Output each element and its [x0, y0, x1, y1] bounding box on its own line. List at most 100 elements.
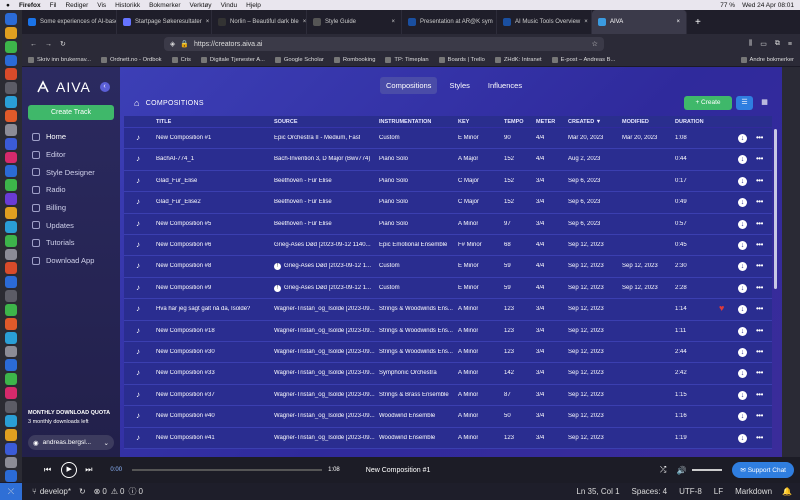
dock-app-icon[interactable] — [5, 248, 17, 261]
cell-title[interactable]: New Composition #40 — [156, 413, 215, 419]
more-options-icon[interactable]: ••• — [756, 347, 763, 356]
dock-app-icon[interactable] — [5, 165, 17, 178]
shuffle-icon[interactable]: ⤮ — [660, 465, 666, 475]
more-options-icon[interactable]: ••• — [756, 197, 763, 206]
table-row[interactable]: ♪ Glad_Fur_Elise2 Beethoven - Für Elise Pia… — [124, 192, 772, 214]
more-options-icon[interactable]: ••• — [756, 390, 763, 399]
dock-app-icon[interactable] — [5, 442, 17, 455]
previous-icon[interactable]: ⏮ — [44, 465, 51, 475]
create-composition-button[interactable]: + Create — [684, 96, 732, 110]
close-tab-icon[interactable]: × — [584, 19, 588, 25]
menubar-item[interactable]: Vis — [97, 2, 106, 9]
column-header[interactable]: TITLE — [156, 119, 171, 125]
dock-app-icon[interactable] — [5, 193, 17, 206]
next-icon[interactable]: ⏭ — [85, 465, 92, 475]
cell-title[interactable]: New Composition #18 — [156, 328, 215, 334]
bookmark-item[interactable]: Digitale Tjenester A... — [200, 57, 265, 63]
sidebar-item-radio[interactable]: Radio — [28, 181, 114, 199]
dock-app-icon[interactable] — [5, 373, 17, 386]
more-options-icon[interactable]: ••• — [756, 368, 763, 377]
reload-icon[interactable]: ↻ — [60, 40, 66, 48]
info-count[interactable]: 0 — [138, 487, 142, 496]
grid-view-icon[interactable]: ▦ — [756, 96, 773, 110]
dock-app-icon[interactable] — [5, 290, 17, 303]
back-icon[interactable]: ← — [30, 41, 37, 48]
more-options-icon[interactable]: ••• — [756, 326, 763, 335]
download-icon[interactable]: ↓ — [738, 283, 747, 293]
bookmark-item[interactable]: Rombooking — [333, 57, 375, 63]
dock-app-icon[interactable] — [5, 317, 17, 330]
download-icon[interactable]: ↓ — [738, 433, 747, 443]
music-note-icon[interactable]: ♪ — [136, 154, 140, 163]
column-header[interactable]: METER — [536, 119, 555, 125]
menubar-item[interactable]: Historikk — [115, 2, 140, 9]
error-count[interactable]: 0 — [102, 487, 106, 496]
music-note-icon[interactable]: ♪ — [136, 326, 140, 335]
tab-compositions[interactable]: Compositions — [380, 77, 438, 94]
cell-title[interactable]: New Composition #9 — [156, 285, 211, 291]
bookmark-item[interactable]: Cris — [171, 57, 191, 63]
dock-app-icon[interactable] — [5, 359, 17, 372]
menubar-item[interactable]: Bokmerker — [149, 2, 180, 9]
music-note-icon[interactable]: ♪ — [136, 261, 140, 270]
line-ending[interactable]: LF — [714, 487, 723, 496]
support-chat-button[interactable]: ✉ Support Chat — [732, 462, 794, 478]
download-icon[interactable]: ↓ — [738, 155, 747, 165]
url-bar[interactable]: ◈ 🔒 https://creators.aiva.ai ☆ — [163, 37, 604, 51]
bookmark-star-icon[interactable]: ☆ — [592, 40, 598, 48]
dock-app-icon[interactable] — [5, 68, 17, 81]
sidebar-toggle-icon[interactable]: ▭ — [760, 40, 767, 48]
menubar-status-item[interactable]: Wed 24 Apr 08:01 — [742, 2, 794, 9]
music-note-icon[interactable]: ♪ — [136, 304, 140, 313]
dock-app-icon[interactable] — [5, 387, 17, 400]
table-row[interactable]: ♪ New Composition #41 Wagner-Tristan_og_Is… — [124, 427, 772, 449]
notifications-icon[interactable]: 🔔 — [782, 487, 792, 496]
home-icon[interactable]: ⌂ — [134, 98, 140, 108]
menubar-item[interactable]: Rediger — [65, 2, 88, 9]
bookmark-item[interactable]: Boards | Trello — [438, 57, 485, 63]
dock-app-icon[interactable] — [5, 470, 17, 483]
download-icon[interactable]: ↓ — [738, 176, 747, 186]
dock-app-icon[interactable] — [5, 276, 17, 289]
language-mode[interactable]: Markdown — [735, 487, 772, 496]
dock-app-icon[interactable] — [5, 207, 17, 219]
table-row[interactable]: ♪ BachAI-774_1 Bach-Invention 3, D Major (… — [124, 149, 772, 171]
column-header[interactable]: KEY — [458, 119, 469, 125]
encoding[interactable]: UTF-8 — [679, 487, 702, 496]
more-options-icon[interactable]: ••• — [756, 176, 763, 185]
cell-title[interactable]: New Composition #33 — [156, 370, 215, 376]
apple-icon[interactable]: ● — [6, 2, 10, 9]
branch-name[interactable]: develop* — [40, 487, 71, 496]
table-row[interactable]: ♪ New Composition #5 Beethoven - Für Elise… — [124, 213, 772, 235]
cell-title[interactable]: New Composition #8 — [156, 263, 211, 269]
column-header[interactable]: CREATED ▼ — [568, 119, 601, 125]
more-options-icon[interactable]: ••• — [756, 411, 763, 420]
more-options-icon[interactable]: ••• — [756, 304, 763, 313]
sidebar-item-style-designer[interactable]: Style Designer — [28, 163, 114, 181]
more-options-icon[interactable]: ••• — [756, 240, 763, 249]
browser-tab[interactable]: Some experiences of AI-base× — [22, 10, 117, 34]
table-row[interactable]: ♪ New Composition #1 Epic Orchestra II - M… — [124, 128, 772, 150]
dock-app-icon[interactable] — [5, 456, 17, 469]
browser-tab[interactable]: AIVA × — [592, 10, 687, 34]
music-note-icon[interactable]: ♪ — [136, 133, 140, 142]
dock-app-icon[interactable] — [5, 137, 17, 150]
table-row[interactable]: ♪ New Composition #40 Wagner-Tristan_og_Is… — [124, 406, 772, 428]
forward-icon[interactable]: → — [45, 41, 52, 48]
cell-title[interactable]: New Composition #1 — [156, 135, 211, 141]
dock-app-icon[interactable] — [5, 40, 17, 53]
column-header[interactable]: TEMPO — [504, 119, 524, 125]
cell-title[interactable]: New Composition #41 — [156, 435, 215, 441]
table-row[interactable]: ♪ New Composition #6 Grieg-Åses Død [2023-… — [124, 235, 772, 257]
dock-app-icon[interactable] — [5, 331, 17, 344]
list-view-icon[interactable]: ☰ — [736, 96, 753, 110]
sync-icon[interactable]: ↻ — [79, 487, 86, 496]
cursor-position[interactable]: Ln 35, Col 1 — [576, 487, 619, 496]
download-icon[interactable]: ↓ — [738, 219, 747, 229]
column-header[interactable]: DURATION — [675, 119, 704, 125]
close-tab-icon[interactable]: × — [676, 19, 680, 25]
favorite-heart-icon[interactable]: ♥ — [719, 303, 724, 313]
dock-app-icon[interactable] — [5, 401, 17, 413]
new-tab-icon[interactable]: + — [695, 17, 701, 28]
dock-app-icon[interactable] — [5, 110, 17, 122]
